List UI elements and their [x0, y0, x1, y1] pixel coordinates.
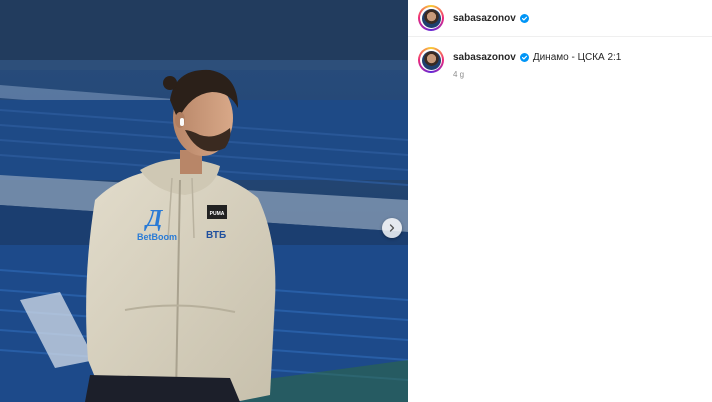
verified-badge-icon [519, 13, 529, 23]
chevron-right-icon [389, 224, 395, 232]
post-photo: Д PUMA BetBoom ВТБ [0, 0, 408, 402]
sponsor-chest-text: BetBoom [137, 232, 177, 242]
next-media-button[interactable] [382, 218, 402, 238]
post-header: sabasazonov [408, 0, 712, 37]
brand-patch-text: PUMA [210, 211, 225, 217]
post-media[interactable]: Д PUMA BetBoom ВТБ [0, 0, 408, 402]
header-username[interactable]: sabasazonov [453, 13, 516, 24]
post-side-panel: sabasazonov sabasazonov Динамо - ЦСКА 2:… [408, 0, 712, 402]
verified-badge-icon [519, 53, 529, 62]
svg-text:Д: Д [144, 206, 164, 232]
caption-comment: sabasazonov Динамо - ЦСКА 2:1 4 g [408, 37, 712, 81]
post-timestamp[interactable]: 4 g [453, 68, 621, 81]
avatar[interactable] [418, 47, 444, 73]
caption-text: Динамо - ЦСКА 2:1 [532, 52, 622, 63]
sponsor-right-text: ВТБ [206, 230, 226, 241]
caption-username[interactable]: sabasazonov [453, 51, 516, 64]
avatar[interactable] [418, 5, 444, 31]
